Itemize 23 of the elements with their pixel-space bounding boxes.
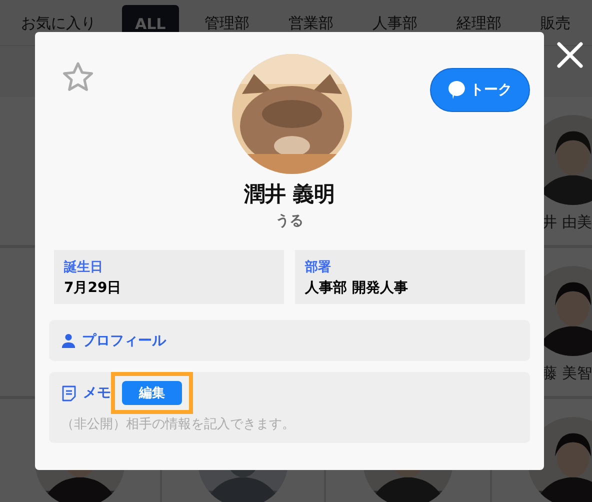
field-value: 人事部 開発人事 — [305, 279, 409, 297]
speech-bubble-icon — [448, 80, 466, 100]
department-tab[interactable]: 経理部 — [444, 4, 515, 45]
close-icon[interactable] — [556, 41, 584, 69]
department-tab[interactable]: 販売 — [528, 4, 584, 45]
department-tab[interactable]: 営業部 — [276, 4, 347, 45]
field-value: 7月29日 — [64, 279, 122, 297]
memo-placeholder: （非公開）相手の情報を記入できます。 — [61, 416, 296, 433]
profile-link[interactable]: プロフィール — [49, 320, 530, 361]
department-tab[interactable]: お気に入り — [8, 4, 109, 45]
note-icon — [61, 384, 77, 402]
nickname: うる — [276, 212, 304, 230]
memo-field[interactable]: メモ 編集 （非公開）相手の情報を記入できます。 — [49, 372, 530, 443]
department-tab[interactable]: 管理部 — [192, 4, 263, 45]
department-tab[interactable]: 人事部 — [360, 4, 431, 45]
memo-label: メモ — [83, 384, 111, 402]
person-icon — [61, 333, 76, 348]
field-label: 誕生日 — [64, 259, 104, 276]
field-label: 部署 — [305, 258, 332, 276]
person-name: 潤井 義明 — [244, 181, 336, 208]
talk-button[interactable]: トーク — [430, 68, 530, 112]
edit-button[interactable]: 編集 — [122, 381, 182, 405]
star-icon[interactable] — [61, 60, 95, 94]
